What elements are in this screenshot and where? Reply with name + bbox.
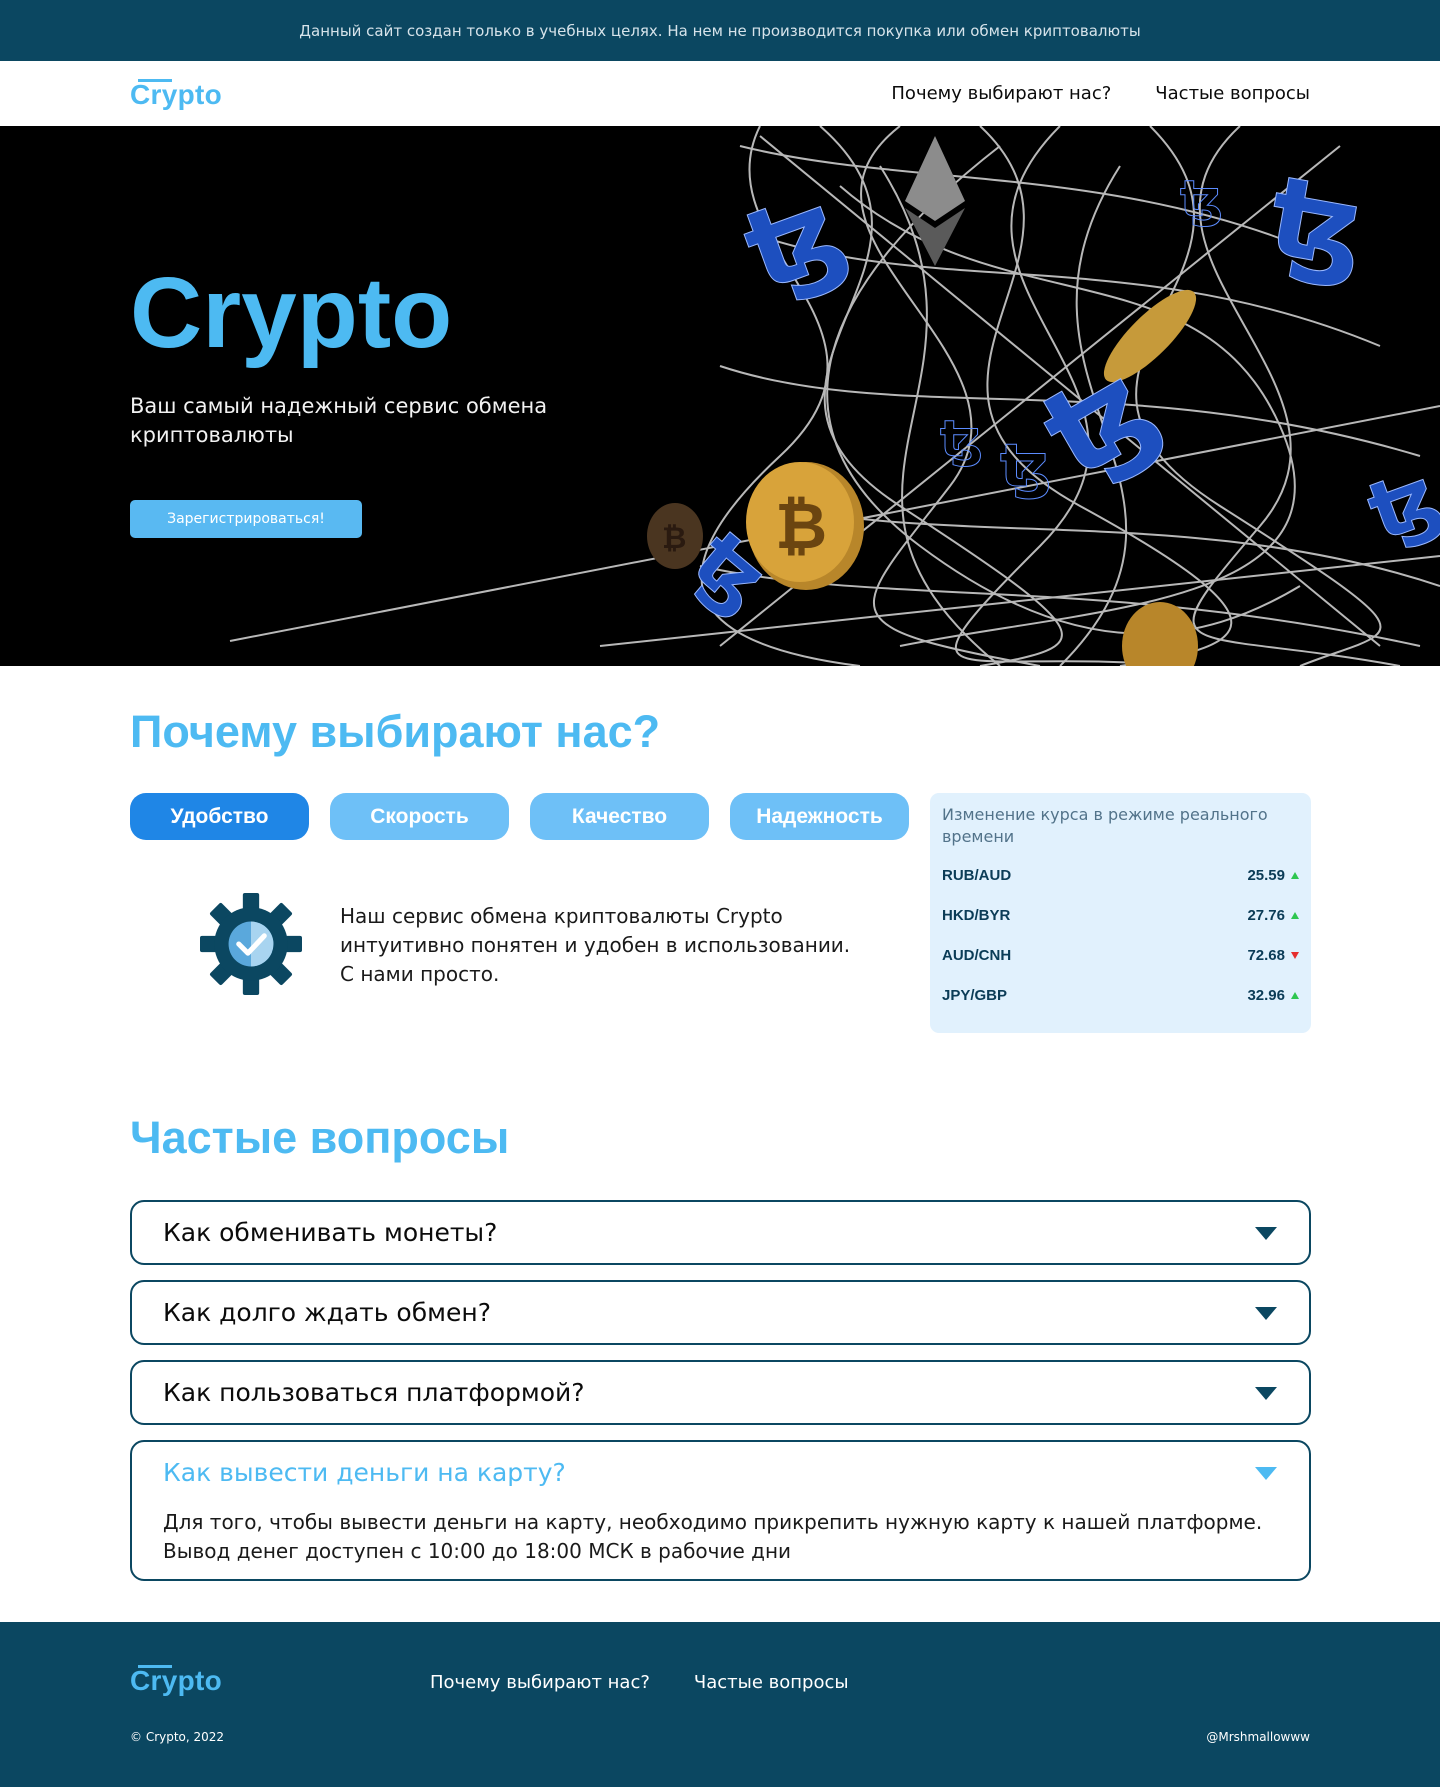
faq-answer: Для того, чтобы вывести деньги на карту,… xyxy=(163,1510,1263,1563)
faq-question: Как обменивать монеты? xyxy=(163,1218,498,1247)
header-nav: Crypto Почему выбирают нас? Частые вопро… xyxy=(0,61,1440,126)
copyright: © Crypto, 2022 xyxy=(130,1730,225,1744)
why-us-heading: Почему выбирают нас? xyxy=(130,706,661,757)
logo-bar xyxy=(138,1665,172,1668)
footer-link-why[interactable]: Почему выбирают нас? xyxy=(430,1672,650,1693)
feature-description: Наш сервис обмена криптовалюты Crypto ин… xyxy=(340,904,851,986)
rate-row: HKD/BYR 27.76 xyxy=(942,905,1299,925)
tezos-icon: ꜩ xyxy=(1180,170,1223,228)
rate-row: AUD/CNH 72.68 xyxy=(942,945,1299,965)
trend-down-icon xyxy=(1291,951,1299,959)
bitcoin-coin-bottom-icon xyxy=(1122,602,1198,666)
rate-row: JPY/GBP 32.96 xyxy=(942,985,1299,1005)
rate-value: 72.68 xyxy=(1247,946,1285,964)
logo[interactable]: Crypto xyxy=(130,79,222,111)
disclaimer-banner: Данный сайт создан только в учебных целя… xyxy=(0,0,1440,61)
footer-links: Почему выбирают нас? Частые вопросы xyxy=(430,1672,849,1693)
faq-question: Как пользоваться платформой? xyxy=(163,1378,585,1407)
tezos-icon: ꜩ xyxy=(1356,448,1440,559)
gear-check-icon xyxy=(200,893,302,995)
rate-pair: HKD/BYR xyxy=(942,906,1011,924)
ethereum-coin-icon xyxy=(905,136,965,266)
hero-subtitle: Ваш самый надежный сервис обмена криптов… xyxy=(130,394,548,447)
rate-value: 25.59 xyxy=(1247,866,1285,884)
chevron-down-icon[interactable] xyxy=(1255,1387,1277,1400)
svg-text:₿: ₿ xyxy=(662,521,686,556)
feature-tabs: Удобство Скорость Качество Надежность xyxy=(130,793,909,840)
bitcoin-coin-small-icon: ₿ xyxy=(647,503,703,569)
hero-title: Crypto xyxy=(130,257,453,369)
logo-text: Crypto xyxy=(130,79,223,110)
tab-convenience[interactable]: Удобство xyxy=(130,793,309,840)
exchange-rates-widget: Изменение курса в режиме реального време… xyxy=(930,793,1311,1033)
disclaimer-text: Данный сайт создан только в учебных целя… xyxy=(299,21,1141,40)
tab-speed[interactable]: Скорость xyxy=(330,793,509,840)
logo-bar xyxy=(138,79,172,82)
trend-up-icon xyxy=(1291,991,1299,999)
register-button[interactable]: Зарегистрироваться! xyxy=(130,500,362,538)
author-handle: @Mrshmallowww xyxy=(1206,1730,1310,1744)
faq-item-open[interactable]: Как вывести деньги на карту? Для того, ч… xyxy=(130,1440,1311,1581)
tezos-icon: ꜩ xyxy=(1260,151,1375,293)
rate-row: RUB/AUD 25.59 xyxy=(942,865,1299,885)
trend-up-icon xyxy=(1291,871,1299,879)
footer-link-faq[interactable]: Частые вопросы xyxy=(694,1672,849,1693)
rate-value: 32.96 xyxy=(1247,986,1285,1004)
faq-question: Как долго ждать обмен? xyxy=(163,1298,491,1327)
nav-link-why[interactable]: Почему выбирают нас? xyxy=(891,83,1111,104)
footer-logo[interactable]: Crypto xyxy=(130,1665,222,1697)
footer: Crypto Почему выбирают нас? Частые вопро… xyxy=(0,1622,1440,1787)
rate-pair: RUB/AUD xyxy=(942,866,1012,884)
tab-quality[interactable]: Качество xyxy=(530,793,709,840)
tab-reliability[interactable]: Надежность xyxy=(730,793,909,840)
nav-links: Почему выбирают нас? Частые вопросы xyxy=(891,61,1310,126)
nav-link-faq[interactable]: Частые вопросы xyxy=(1155,83,1310,104)
faq-question: Как вывести деньги на карту? xyxy=(163,1458,566,1487)
rate-value: 27.76 xyxy=(1247,906,1285,924)
rates-title: Изменение курса в режиме реального време… xyxy=(942,805,1268,846)
faq-item[interactable]: Как долго ждать обмен? xyxy=(130,1280,1311,1345)
faq-item[interactable]: Как пользоваться платформой? xyxy=(130,1360,1311,1425)
chevron-down-icon[interactable] xyxy=(1255,1467,1277,1480)
faq-heading: Частые вопросы xyxy=(130,1112,510,1163)
chevron-down-icon[interactable] xyxy=(1255,1307,1277,1320)
rate-pair: JPY/GBP xyxy=(942,986,1008,1004)
trend-up-icon xyxy=(1291,911,1299,919)
faq-item[interactable]: Как обменивать монеты? xyxy=(130,1200,1311,1265)
chevron-down-icon[interactable] xyxy=(1255,1227,1277,1240)
rate-pair: AUD/CNH xyxy=(942,946,1012,964)
tezos-icon: ꜩ xyxy=(1000,431,1051,501)
hero-section: ₿ ₿ ꜩ ꜩ ꜩ ꜩ ꜩ ꜩ ꜩ ꜩ Crypto Ваш самый над… xyxy=(0,126,1440,666)
logo-text: Crypto xyxy=(130,1665,223,1696)
tezos-icon: ꜩ xyxy=(940,410,983,468)
